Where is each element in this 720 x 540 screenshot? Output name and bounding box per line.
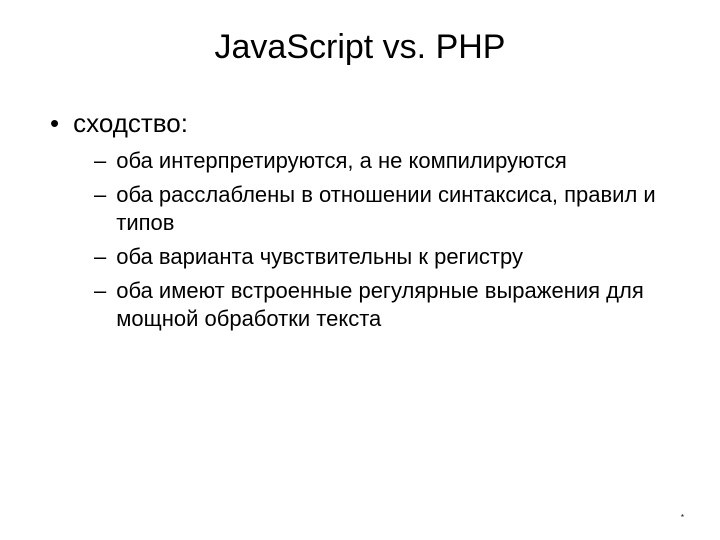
list-item-text: оба варианта чувствительны к регистру — [116, 243, 523, 271]
dash-icon: – — [94, 147, 106, 175]
list-item: • сходство: — [50, 107, 670, 139]
list-item: – оба имеют встроенные регулярные выраже… — [94, 277, 670, 333]
list-item: – оба интерпретируются, а не компилируют… — [94, 147, 670, 175]
list-item-text: оба имеют встроенные регулярные выражени… — [116, 277, 670, 333]
dash-icon: – — [94, 181, 106, 209]
list-item: – оба варианта чувствительны к регистру — [94, 243, 670, 271]
slide-title: JavaScript vs. PHP — [50, 28, 670, 67]
sublist: – оба интерпретируются, а не компилируют… — [50, 147, 670, 333]
list-item: – оба расслаблены в отношении синтаксиса… — [94, 181, 670, 237]
dash-icon: – — [94, 243, 106, 271]
bullet-icon: • — [50, 107, 59, 139]
list-item-text: оба расслаблены в отношении синтаксиса, … — [116, 181, 670, 237]
slide: JavaScript vs. PHP • сходство: – оба инт… — [0, 0, 720, 540]
dash-icon: – — [94, 277, 106, 305]
list-item-text: оба интерпретируются, а не компилируются — [116, 147, 567, 175]
slide-content: • сходство: – оба интерпретируются, а не… — [50, 107, 670, 333]
footer-mark: * — [681, 513, 684, 522]
list-item-text: сходство: — [73, 107, 188, 139]
